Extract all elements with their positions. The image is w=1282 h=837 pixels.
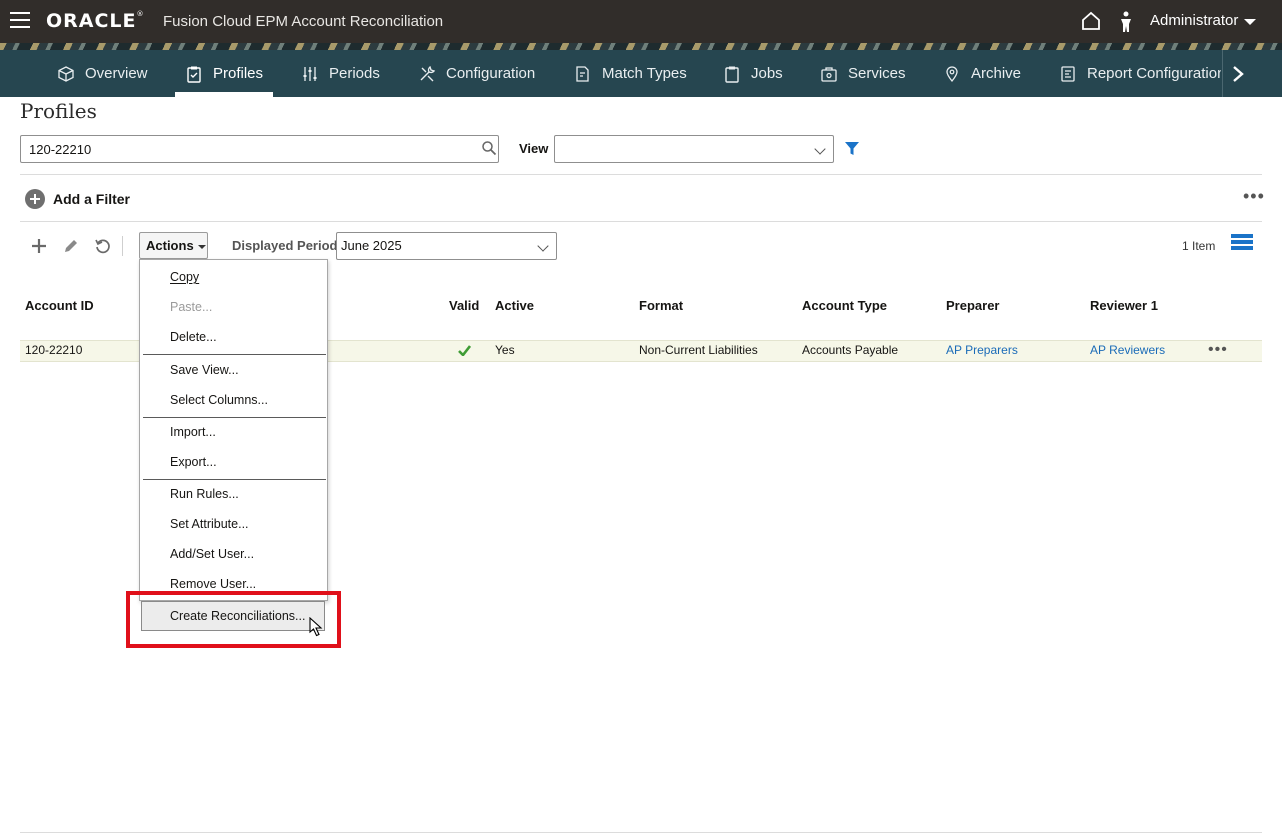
hamburger-menu-icon[interactable]: [10, 12, 30, 30]
report-icon: [1061, 65, 1075, 82]
chevron-down-icon: [1244, 18, 1257, 25]
tab-jobs[interactable]: Jobs: [723, 50, 783, 97]
tab-profiles[interactable]: Profiles: [174, 50, 274, 97]
column-header-active[interactable]: Active: [495, 298, 534, 313]
menu-item-import[interactable]: Import...: [140, 419, 329, 445]
sliders-icon: [303, 66, 317, 81]
list-view-icon[interactable]: [1231, 234, 1253, 254]
column-header-valid[interactable]: Valid: [449, 298, 479, 313]
menu-separator: [143, 417, 326, 418]
column-header-reviewer-1[interactable]: Reviewer 1: [1090, 298, 1158, 313]
refresh-icon[interactable]: [94, 237, 112, 255]
displayed-period-select[interactable]: June 2025: [336, 232, 557, 260]
tools-icon: [420, 65, 436, 81]
menu-separator: [143, 479, 326, 480]
add-circle-icon: [25, 189, 45, 209]
toolbar-separator: [122, 236, 123, 256]
menu-item-save-view[interactable]: Save View...: [140, 357, 329, 383]
tab-configuration[interactable]: Configuration: [418, 50, 535, 97]
more-options-icon[interactable]: •••: [1243, 186, 1265, 207]
cell-account-type: Accounts Payable: [802, 343, 899, 357]
divider: [20, 221, 1262, 222]
home-icon[interactable]: [1081, 11, 1101, 31]
cell-format: Non-Current Liabilities: [639, 343, 758, 357]
cell-active: Yes: [495, 343, 515, 357]
accessibility-icon[interactable]: [1118, 11, 1134, 33]
column-header-preparer[interactable]: Preparer: [946, 298, 999, 313]
column-header-format[interactable]: Format: [639, 298, 683, 313]
caret-down-icon: [197, 244, 206, 249]
divider: [20, 174, 1262, 175]
menu-item-run-rules[interactable]: Run Rules...: [140, 481, 329, 507]
row-actions-icon[interactable]: •••: [1208, 341, 1228, 359]
mouse-cursor-icon: [309, 617, 323, 637]
tab-periods[interactable]: Periods: [301, 50, 380, 97]
page-title: Profiles: [20, 99, 97, 123]
column-header-account-id[interactable]: Account ID: [25, 298, 94, 313]
main-nav: Overview Profiles Periods Configuration …: [0, 50, 1282, 97]
user-name: Administrator: [1150, 12, 1239, 29]
document-edit-icon: [576, 65, 589, 82]
chevron-right-icon: [1233, 65, 1244, 82]
menu-item-paste: Paste...: [170, 300, 213, 314]
decorative-band: [0, 43, 1282, 50]
menu-item-add-set-user[interactable]: Add/Set User...: [140, 541, 329, 567]
tab-services[interactable]: Services: [820, 50, 906, 97]
menu-item-set-attribute[interactable]: Set Attribute...: [140, 511, 329, 537]
chevron-down-icon: [814, 143, 826, 155]
cell-reviewer-link[interactable]: AP Reviewers: [1090, 343, 1165, 357]
cell-account-id[interactable]: 120-22210: [25, 343, 82, 357]
item-count: 1 Item: [1182, 239, 1216, 253]
cube-icon: [58, 65, 74, 82]
menu-separator: [143, 354, 326, 355]
add-filter-button[interactable]: Add a Filter: [25, 189, 130, 209]
search-icon[interactable]: [481, 140, 497, 156]
tab-match-types[interactable]: Match Types: [574, 50, 687, 97]
user-menu[interactable]: Administrator: [1150, 12, 1257, 29]
clipboard-icon: [725, 66, 739, 83]
menu-item-select-columns[interactable]: Select Columns...: [140, 387, 329, 413]
filter-icon[interactable]: [845, 142, 859, 156]
tab-archive[interactable]: Archive: [943, 50, 1021, 97]
clipboard-check-icon: [187, 66, 201, 83]
top-header: ORACLE® Fusion Cloud EPM Account Reconci…: [0, 0, 1282, 43]
chevron-down-icon: [537, 240, 549, 252]
tab-report-configuration[interactable]: Report Configuration: [1059, 50, 1221, 97]
pin-icon: [946, 65, 958, 82]
nav-scroll-right[interactable]: [1222, 50, 1282, 97]
tab-overview[interactable]: Overview: [57, 50, 148, 97]
oracle-logo: ORACLE®: [46, 10, 145, 32]
divider: [20, 832, 1262, 833]
column-header-account-type[interactable]: Account Type: [802, 298, 887, 313]
search-input[interactable]: 120-22210: [20, 135, 499, 163]
actions-menu: Copy Paste... Delete... Save View... Sel…: [139, 259, 328, 601]
menu-item-delete[interactable]: Delete...: [140, 324, 329, 350]
menu-item-copy[interactable]: Copy: [140, 264, 329, 290]
displayed-period-value: June 2025: [341, 238, 402, 253]
edit-pencil-icon[interactable]: [62, 237, 80, 255]
view-select[interactable]: [554, 135, 834, 163]
menu-item-export[interactable]: Export...: [140, 449, 329, 475]
view-label: View: [519, 141, 549, 156]
cell-preparer-link[interactable]: AP Preparers: [946, 343, 1018, 357]
valid-check-icon: [458, 345, 471, 356]
app-title: Fusion Cloud EPM Account Reconciliation: [163, 13, 444, 30]
displayed-period-label: Displayed Period: [232, 238, 338, 253]
add-icon[interactable]: [30, 237, 48, 255]
actions-button[interactable]: Actions: [139, 232, 208, 259]
briefcase-icon: [821, 66, 837, 82]
